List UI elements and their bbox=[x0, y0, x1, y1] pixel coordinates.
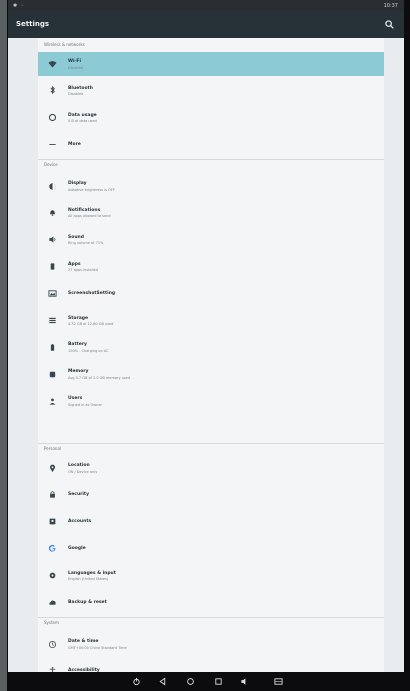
settings-item-title: Backup & reset bbox=[68, 600, 107, 605]
memory-icon bbox=[48, 370, 57, 379]
status-bar: ✱ ◦ 10:37 bbox=[8, 0, 404, 11]
settings-item-title: ScreenshotSetting bbox=[68, 291, 116, 297]
google-icon bbox=[48, 544, 57, 553]
device-frame-left bbox=[0, 0, 7, 691]
settings-item-subtitle: Disabled bbox=[68, 92, 84, 97]
recents-icon[interactable] bbox=[214, 677, 223, 686]
settings-item-accessibility[interactable]: Accessibility bbox=[38, 659, 384, 672]
screenshot-icon bbox=[48, 289, 57, 298]
back-icon[interactable] bbox=[158, 677, 167, 686]
power-icon[interactable] bbox=[132, 677, 141, 686]
settings-item-title: Memory bbox=[68, 369, 89, 375]
settings-item-subtitle: 0 B of data used bbox=[68, 119, 97, 124]
section-header: System bbox=[44, 620, 59, 625]
settings-item-backup-reset[interactable]: Backup & reset bbox=[38, 591, 384, 615]
settings-item-security[interactable]: Security bbox=[38, 483, 384, 507]
status-clock: 10:37 bbox=[383, 3, 398, 9]
settings-item-title: Accounts bbox=[68, 519, 92, 525]
settings-item-title: Date & time bbox=[68, 639, 99, 644]
settings-item-title: Battery bbox=[68, 342, 87, 348]
apps-icon bbox=[48, 262, 57, 271]
section-header: Personal bbox=[44, 446, 62, 451]
settings-item-subtitle: Ring volume at 71% bbox=[68, 241, 104, 246]
section-header: Device bbox=[44, 162, 58, 167]
settings-item-bluetooth[interactable]: Bluetooth Disabled bbox=[38, 79, 384, 103]
section-divider bbox=[38, 617, 384, 618]
settings-item-title: Apps bbox=[68, 261, 81, 267]
settings-item-sound[interactable]: Sound Ring volume at 71% bbox=[38, 228, 384, 252]
settings-item-data-usage[interactable]: Data usage 0 B of data used bbox=[38, 106, 384, 130]
settings-item-apps[interactable]: Apps 27 apps installed bbox=[38, 255, 384, 279]
section-divider bbox=[38, 159, 384, 160]
settings-item-battery[interactable]: Battery 100% - Charging on AC bbox=[38, 335, 384, 359]
users-icon bbox=[48, 397, 57, 406]
settings-item-notifications[interactable]: Notifications All apps allowed to send bbox=[38, 201, 384, 225]
settings-item-google[interactable]: Google bbox=[38, 537, 384, 561]
clock-icon bbox=[48, 640, 57, 649]
notifications-icon bbox=[48, 208, 57, 217]
settings-item-location[interactable]: Location ON / Device only bbox=[38, 456, 384, 480]
sound-icon bbox=[48, 235, 57, 244]
more-icon bbox=[48, 140, 57, 149]
settings-item-title: Location bbox=[68, 463, 90, 468]
settings-item-subtitle: Avg 0.7 GB of 2.0 GB memory used bbox=[68, 375, 131, 380]
settings-item-subtitle: 27 apps installed bbox=[68, 268, 98, 273]
settings-item-languages-input[interactable]: Languages & input English (United States) bbox=[38, 564, 384, 588]
settings-item-wi-fi[interactable]: Wi-Fi Disabled bbox=[38, 52, 384, 76]
accounts-icon bbox=[48, 517, 57, 526]
wifi-icon bbox=[48, 60, 57, 69]
section-divider bbox=[38, 443, 384, 444]
settings-list: Wireless & networks Wi-Fi Disabled Bluetoot… bbox=[38, 38, 384, 672]
display-icon bbox=[48, 182, 57, 191]
settings-item-title: Google bbox=[68, 546, 86, 552]
settings-item-title: Display bbox=[68, 181, 87, 186]
settings-item-title: Data usage bbox=[68, 112, 97, 118]
app-bar: Settings bbox=[8, 11, 404, 38]
settings-item-memory[interactable]: Memory Avg 0.7 GB of 2.0 GB memory used bbox=[38, 362, 384, 386]
data-usage-icon bbox=[48, 113, 57, 122]
language-icon bbox=[48, 571, 57, 580]
settings-item-subtitle: Adaptive brightness is OFF bbox=[68, 187, 115, 192]
settings-item-screenshotsetting[interactable]: ScreenshotSetting bbox=[38, 282, 384, 306]
home-icon[interactable] bbox=[186, 677, 195, 686]
screenshot-nav-icon[interactable] bbox=[274, 677, 283, 686]
settings-item-subtitle: Disabled bbox=[68, 65, 84, 70]
settings-item-display[interactable]: Display Adaptive brightness is OFF bbox=[38, 174, 384, 198]
settings-item-title: Bluetooth bbox=[68, 85, 93, 91]
navigation-bar bbox=[8, 672, 404, 691]
settings-item-subtitle: 4.32 GB of 12.80 GB used bbox=[68, 322, 114, 326]
settings-item-subtitle: English (United States) bbox=[68, 577, 109, 582]
settings-item-more[interactable]: More bbox=[38, 133, 384, 157]
battery-icon bbox=[48, 343, 57, 352]
settings-item-subtitle: All apps allowed to send bbox=[68, 214, 111, 219]
search-icon[interactable] bbox=[385, 20, 394, 29]
settings-item-title: More bbox=[68, 142, 81, 148]
volume-down-icon[interactable] bbox=[240, 677, 249, 686]
location-icon bbox=[48, 464, 57, 473]
settings-item-title: Wi-Fi bbox=[68, 59, 81, 64]
tablet-screen: ✱ ◦ 10:37 Settings Wireless & networks Wi… bbox=[8, 0, 404, 672]
settings-item-subtitle: GMT+00:00 China Standard Time bbox=[68, 645, 127, 650]
settings-item-title: Notifications bbox=[68, 207, 101, 213]
settings-item-date-time[interactable]: Date & time GMT+00:00 China Standard Time bbox=[38, 632, 384, 656]
settings-item-title: Security bbox=[68, 492, 90, 498]
settings-item-title: Users bbox=[68, 396, 83, 402]
status-icons: ✱ ◦ bbox=[13, 3, 25, 9]
storage-icon bbox=[48, 316, 57, 325]
settings-item-subtitle: 100% - Charging on AC bbox=[68, 348, 109, 353]
page-title: Settings bbox=[16, 20, 50, 28]
settings-item-subtitle: ON / Device only bbox=[68, 469, 98, 474]
section-header: Wireless & networks bbox=[44, 42, 85, 47]
settings-item-accounts[interactable]: Accounts bbox=[38, 510, 384, 534]
settings-item-title: Storage bbox=[68, 315, 89, 321]
settings-item-subtitle: Signed in as Owner bbox=[68, 402, 102, 407]
lock-icon bbox=[48, 490, 57, 499]
settings-item-title: Sound bbox=[68, 234, 84, 240]
backup-icon bbox=[48, 598, 57, 607]
settings-item-users[interactable]: Users Signed in as Owner bbox=[38, 389, 384, 413]
settings-item-storage[interactable]: Storage 4.32 GB of 12.80 GB used bbox=[38, 309, 384, 333]
bluetooth-icon bbox=[48, 86, 57, 95]
settings-item-title: Languages & input bbox=[68, 570, 116, 576]
